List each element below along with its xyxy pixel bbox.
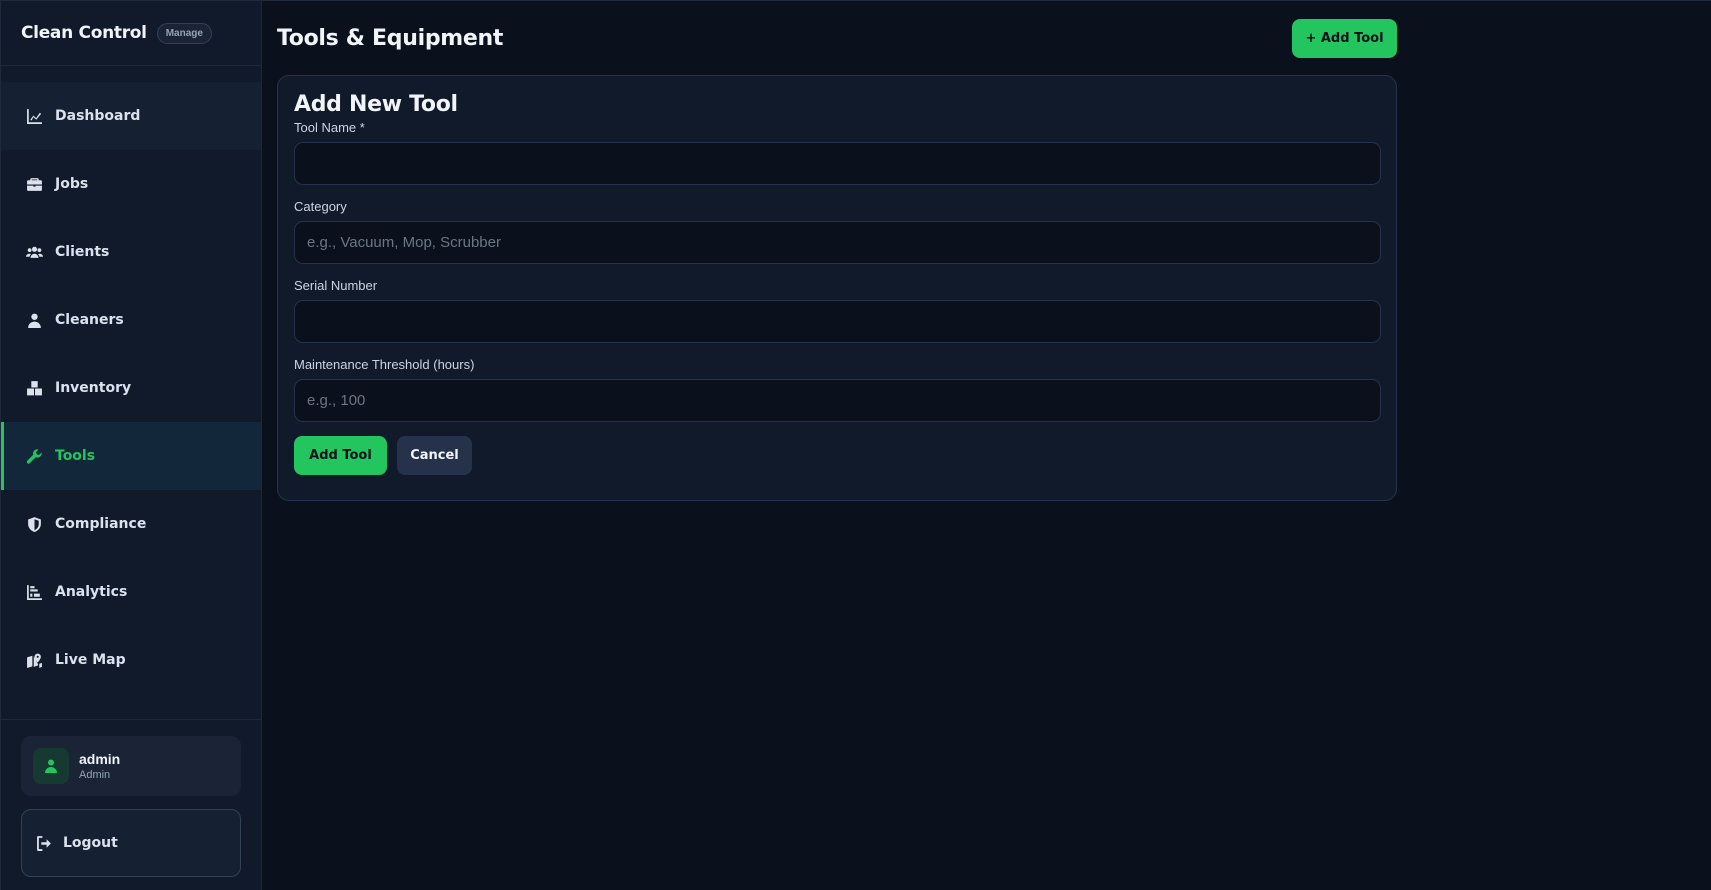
sidebar-item-tools[interactable]: Tools — [1, 422, 261, 490]
user-avatar-icon — [45, 759, 57, 773]
tool-name-label: Tool Name * — [294, 120, 365, 135]
sidebar-item-cleaners[interactable]: Cleaners — [1, 286, 261, 354]
serial-number-input[interactable] — [294, 300, 1381, 343]
sidebar-item-label: Tools — [55, 448, 96, 464]
maintenance-threshold-label: Maintenance Threshold (hours) — [294, 357, 475, 372]
user-card[interactable]: admin Admin — [21, 736, 241, 796]
form-title: Add New Tool — [294, 92, 458, 117]
sidebar: Clean Control Manage Dashboard Jobs Clie… — [0, 1, 262, 890]
brand-badge: Manage — [156, 22, 212, 44]
sidebar-item-label: Live Map — [55, 652, 126, 668]
maintenance-threshold-input[interactable] — [294, 379, 1381, 422]
user-info: admin Admin — [79, 751, 120, 781]
avatar — [33, 748, 69, 784]
bar-chart-icon — [25, 583, 43, 601]
user-icon — [25, 311, 43, 329]
map-icon — [25, 651, 43, 669]
sidebar-item-label: Inventory — [55, 380, 132, 396]
sidebar-item-label: Analytics — [55, 584, 128, 600]
add-tool-header-button[interactable]: + Add Tool — [1292, 19, 1397, 58]
app-root: Clean Control Manage Dashboard Jobs Clie… — [0, 0, 1711, 890]
users-icon — [25, 243, 43, 261]
sidebar-footer: admin Admin Logout — [1, 719, 261, 890]
maintenance-threshold-field: Maintenance Threshold (hours) — [294, 357, 1381, 422]
sidebar-item-label: Dashboard — [55, 108, 141, 124]
add-tool-form: Add New Tool Tool Name * Category Serial… — [277, 75, 1397, 501]
tool-name-input[interactable] — [294, 142, 1381, 185]
sidebar-item-label: Jobs — [55, 176, 89, 192]
boxes-icon — [25, 379, 43, 397]
serial-number-field: Serial Number — [294, 278, 1381, 343]
shield-icon — [25, 515, 43, 533]
sidebar-item-label: Compliance — [55, 516, 147, 532]
sidebar-item-jobs[interactable]: Jobs — [1, 150, 261, 218]
brand-header: Clean Control Manage — [1, 1, 261, 66]
logout-icon — [37, 835, 51, 851]
submit-add-tool-button[interactable]: Add Tool — [294, 436, 387, 475]
page-title: Tools & Equipment — [277, 26, 504, 51]
sidebar-nav: Dashboard Jobs Clients Cleaners Inventor… — [1, 66, 261, 694]
user-name: admin — [79, 751, 121, 767]
category-field: Category — [294, 199, 1381, 264]
form-actions: Add Tool Cancel — [294, 436, 1380, 475]
main-content: Tools & Equipment + Add Tool Add New Too… — [262, 1, 1711, 890]
sidebar-item-clients[interactable]: Clients — [1, 218, 261, 286]
briefcase-icon — [25, 175, 43, 193]
sidebar-item-analytics[interactable]: Analytics — [1, 558, 261, 626]
sidebar-item-inventory[interactable]: Inventory — [1, 354, 261, 422]
wrench-icon — [25, 447, 43, 465]
chart-line-icon — [25, 107, 43, 125]
logout-label: Logout — [63, 835, 118, 851]
category-input[interactable] — [294, 221, 1381, 264]
cancel-button[interactable]: Cancel — [397, 436, 472, 475]
category-label: Category — [294, 199, 347, 214]
sidebar-item-label: Cleaners — [55, 312, 124, 328]
tool-name-field: Tool Name * — [294, 120, 1381, 185]
user-role: Admin — [79, 769, 111, 781]
sidebar-item-dashboard[interactable]: Dashboard — [1, 82, 261, 150]
sidebar-item-label: Clients — [55, 244, 110, 260]
brand-title: Clean Control — [21, 23, 147, 43]
sidebar-item-compliance[interactable]: Compliance — [1, 490, 261, 558]
sidebar-item-live-map[interactable]: Live Map — [1, 626, 261, 694]
logout-button[interactable]: Logout — [21, 809, 241, 877]
serial-number-label: Serial Number — [294, 278, 378, 293]
